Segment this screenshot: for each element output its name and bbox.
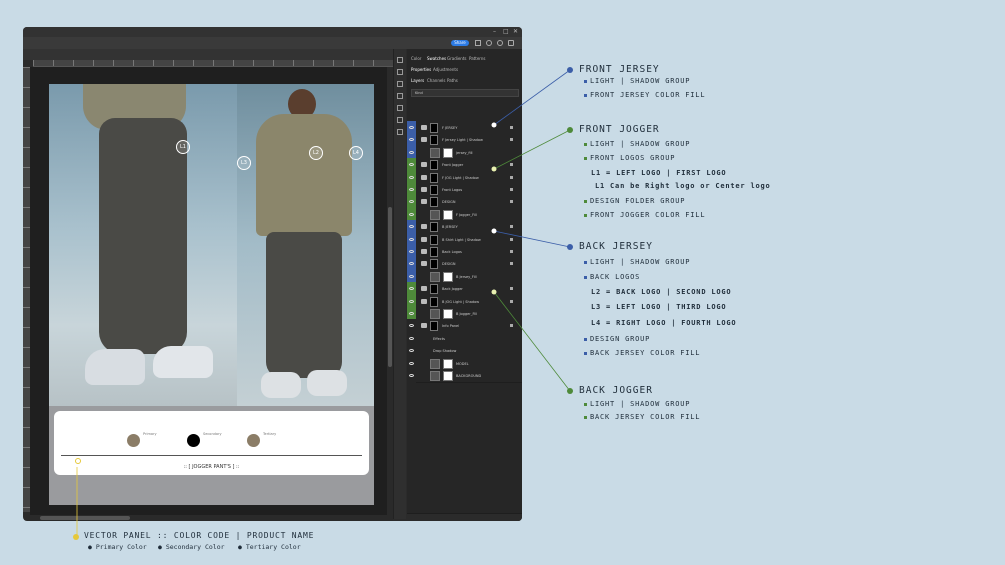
front-jogger-anchor — [491, 166, 497, 172]
front-jogger-item: LIGHT | SHADOW GROUP — [584, 140, 690, 148]
back-jersey-item: LIGHT | SHADOW GROUP — [584, 258, 690, 266]
vector-panel-item: ● Primary Color — [88, 543, 147, 551]
front-jersey-title: FRONT JERSEY — [579, 64, 660, 75]
vector-panel-item: ● Secondary Color — [158, 543, 225, 551]
vector-panel-item: ● Tertiary Color — [238, 543, 301, 551]
back-jersey-connector — [493, 230, 571, 248]
back-jersey-item: BACK JERSEY COLOR FILL — [584, 349, 700, 357]
back-jersey-subitem: L3 = LEFT LOGO | THIRD LOGO — [591, 303, 727, 311]
vector-panel-title: VECTOR PANEL :: COLOR CODE | PRODUCT NAM… — [84, 531, 315, 540]
back-jersey-anchor — [491, 228, 497, 234]
front-jogger-connector — [493, 129, 571, 170]
back-jogger-item: LIGHT | SHADOW GROUP — [584, 400, 690, 408]
back-jersey-item: DESIGN GROUP — [584, 335, 650, 343]
back-jogger-dot — [567, 388, 573, 394]
back-jogger-anchor — [491, 289, 497, 295]
front-jersey-anchor — [491, 122, 497, 128]
back-jersey-item: BACK LOGOS — [584, 273, 640, 281]
front-jogger-subitem: L1 Can be Right logo or Center logo — [595, 182, 771, 190]
front-jersey-item: FRONT JERSEY COLOR FILL — [584, 91, 705, 99]
front-jogger-subitem: L1 = LEFT LOGO | FIRST LOGO — [591, 169, 727, 177]
front-jogger-title: FRONT JOGGER — [579, 124, 660, 135]
front-jersey-dot — [567, 67, 573, 73]
back-jogger-item: BACK JERSEY COLOR FILL — [584, 413, 700, 421]
vector-panel-dot — [73, 534, 79, 540]
front-jogger-item: FRONT JOGGER COLOR FILL — [584, 211, 705, 219]
back-jersey-subitem: L4 = RIGHT LOGO | FOURTH LOGO — [591, 319, 737, 327]
front-jogger-item: FRONT LOGOS GROUP — [584, 154, 675, 162]
back-jersey-dot — [567, 244, 573, 250]
back-jogger-connector — [493, 291, 571, 392]
front-jersey-item: LIGHT | SHADOW GROUP — [584, 77, 690, 85]
front-jogger-item: DESIGN FOLDER GROUP — [584, 197, 685, 205]
back-jersey-subitem: L2 = BACK LOGO | SECOND LOGO — [591, 288, 732, 296]
front-jersey-connector — [493, 69, 571, 126]
vector-panel-annotation: VECTOR PANEL :: COLOR CODE | PRODUCT NAM… — [73, 531, 315, 551]
back-jersey-annotation: BACK JERSEY LIGHT | SHADOW GROUP BACK LO… — [567, 241, 736, 357]
front-jersey-annotation: FRONT JERSEY LIGHT | SHADOW GROUP FRONT … — [567, 64, 705, 99]
front-jogger-dot — [567, 127, 573, 133]
front-jogger-annotation: FRONT JOGGER LIGHT | SHADOW GROUP FRONT … — [567, 124, 770, 219]
back-jogger-title: BACK JOGGER — [579, 385, 653, 396]
back-jogger-annotation: BACK JOGGER LIGHT | SHADOW GROUP BACK JE… — [567, 385, 700, 421]
annotation-connectors — [76, 69, 571, 537]
back-jersey-title: BACK JERSEY — [579, 241, 653, 252]
